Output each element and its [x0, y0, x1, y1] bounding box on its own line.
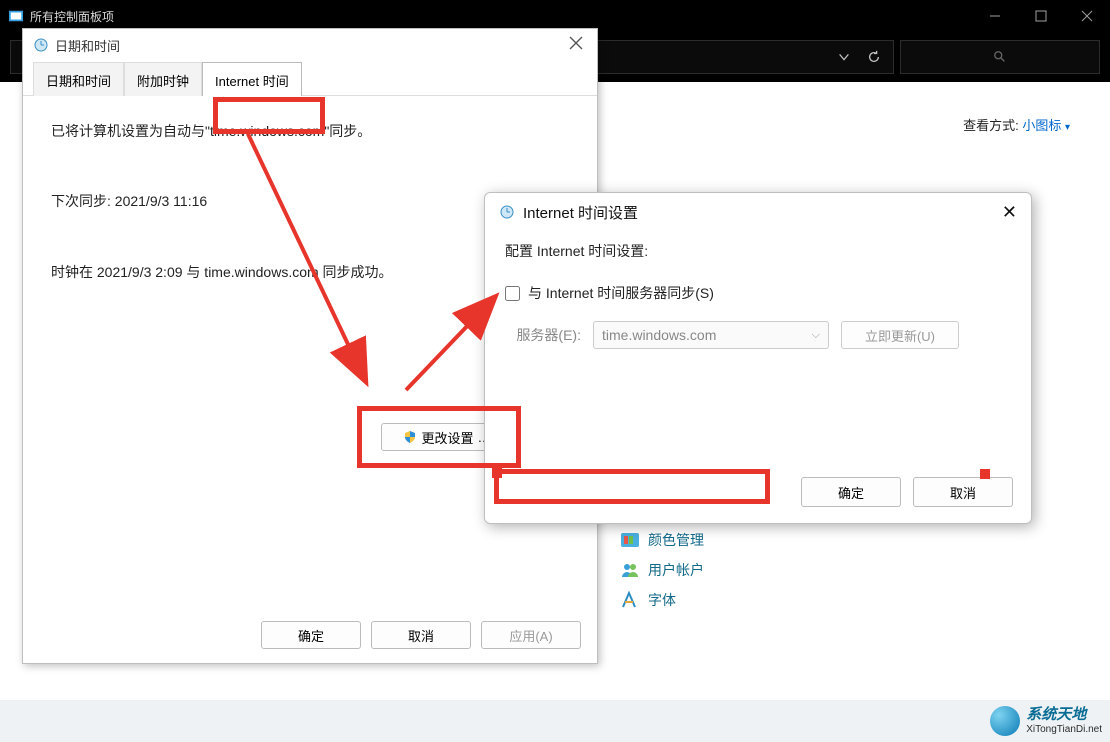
clock-icon [499, 204, 515, 220]
close-icon[interactable]: ✕ [1002, 202, 1017, 223]
update-now-button[interactable]: 立即更新(U) [841, 321, 959, 349]
watermark-title: 系统天地 [1026, 707, 1102, 724]
cancel-button[interactable]: 取消 [371, 621, 471, 649]
cp-item-fonts[interactable]: 字体 [620, 590, 704, 610]
chevron-down-icon: ⌵ [812, 329, 820, 342]
config-label: 配置 Internet 时间设置: [505, 241, 1011, 261]
sync-checkbox-label: 与 Internet 时间服务器同步(S) [528, 283, 714, 303]
minimize-button[interactable] [972, 0, 1018, 32]
apply-button[interactable]: 应用(A) [481, 621, 581, 649]
users-icon [620, 560, 640, 580]
close-button[interactable] [1064, 0, 1110, 32]
date-time-title: 日期和时间 [55, 36, 120, 55]
server-combobox[interactable]: time.windows.com ⌵ [593, 321, 829, 349]
cp-item-label: 颜色管理 [648, 530, 704, 550]
font-icon [620, 590, 640, 610]
date-time-tabs: 日期和时间 附加时钟 Internet 时间 [23, 61, 597, 96]
date-time-titlebar[interactable]: 日期和时间 [23, 29, 597, 61]
window-title: 所有控制面板项 [30, 8, 114, 25]
view-mode: 查看方式: 小图标 ▾ [963, 115, 1070, 134]
cp-item-label: 字体 [648, 590, 676, 610]
clock-icon [33, 37, 49, 53]
color-icon [620, 530, 640, 550]
watermark-url: XiTongTianDi.net [1026, 724, 1102, 735]
tab-date-time[interactable]: 日期和时间 [33, 62, 124, 96]
control-panel-item-list: 颜色管理 用户帐户 字体 [620, 530, 704, 620]
ok-button[interactable]: 确定 [801, 477, 901, 507]
chevron-down-icon[interactable] [837, 50, 851, 64]
refresh-icon[interactable] [867, 50, 881, 64]
watermark: 系统天地 XiTongTianDi.net [990, 706, 1102, 736]
sync-checkbox[interactable] [505, 286, 520, 301]
server-value: time.windows.com [602, 327, 716, 343]
its-body: 配置 Internet 时间设置: 与 Internet 时间服务器同步(S) … [485, 231, 1031, 359]
date-time-footer: 确定 取消 应用(A) [261, 621, 581, 649]
close-icon[interactable] [569, 36, 587, 54]
server-row: 服务器(E): time.windows.com ⌵ 立即更新(U) [505, 321, 1011, 349]
globe-icon [990, 706, 1020, 736]
shield-icon [403, 430, 417, 444]
search-box[interactable] [900, 40, 1100, 74]
ok-button[interactable]: 确定 [261, 621, 361, 649]
internet-time-settings-dialog: Internet 时间设置 ✕ 配置 Internet 时间设置: 与 Inte… [484, 192, 1032, 524]
view-mode-label: 查看方式: [963, 118, 1019, 133]
server-label: 服务器(E): [505, 325, 581, 345]
sync-checkbox-row[interactable]: 与 Internet 时间服务器同步(S) [505, 281, 1011, 305]
tab-additional-clocks[interactable]: 附加时钟 [124, 62, 202, 96]
cancel-button[interactable]: 取消 [913, 477, 1013, 507]
search-icon [993, 50, 1007, 64]
its-title-text: Internet 时间设置 [523, 202, 638, 223]
tab-internet-time[interactable]: Internet 时间 [202, 62, 302, 96]
cp-item-color-management[interactable]: 颜色管理 [620, 530, 704, 550]
its-footer: 确定 取消 [801, 477, 1013, 507]
cp-item-label: 用户帐户 [648, 560, 704, 580]
its-titlebar[interactable]: Internet 时间设置 ✕ [485, 193, 1031, 231]
sync-status-text: 已将计算机设置为自动与"time.windows.com"同步。 [51, 120, 569, 142]
view-mode-link[interactable]: 小图标 ▾ [1022, 118, 1070, 133]
control-panel-icon [8, 8, 24, 24]
maximize-button[interactable] [1018, 0, 1064, 32]
cp-item-user-accounts[interactable]: 用户帐户 [620, 560, 704, 580]
